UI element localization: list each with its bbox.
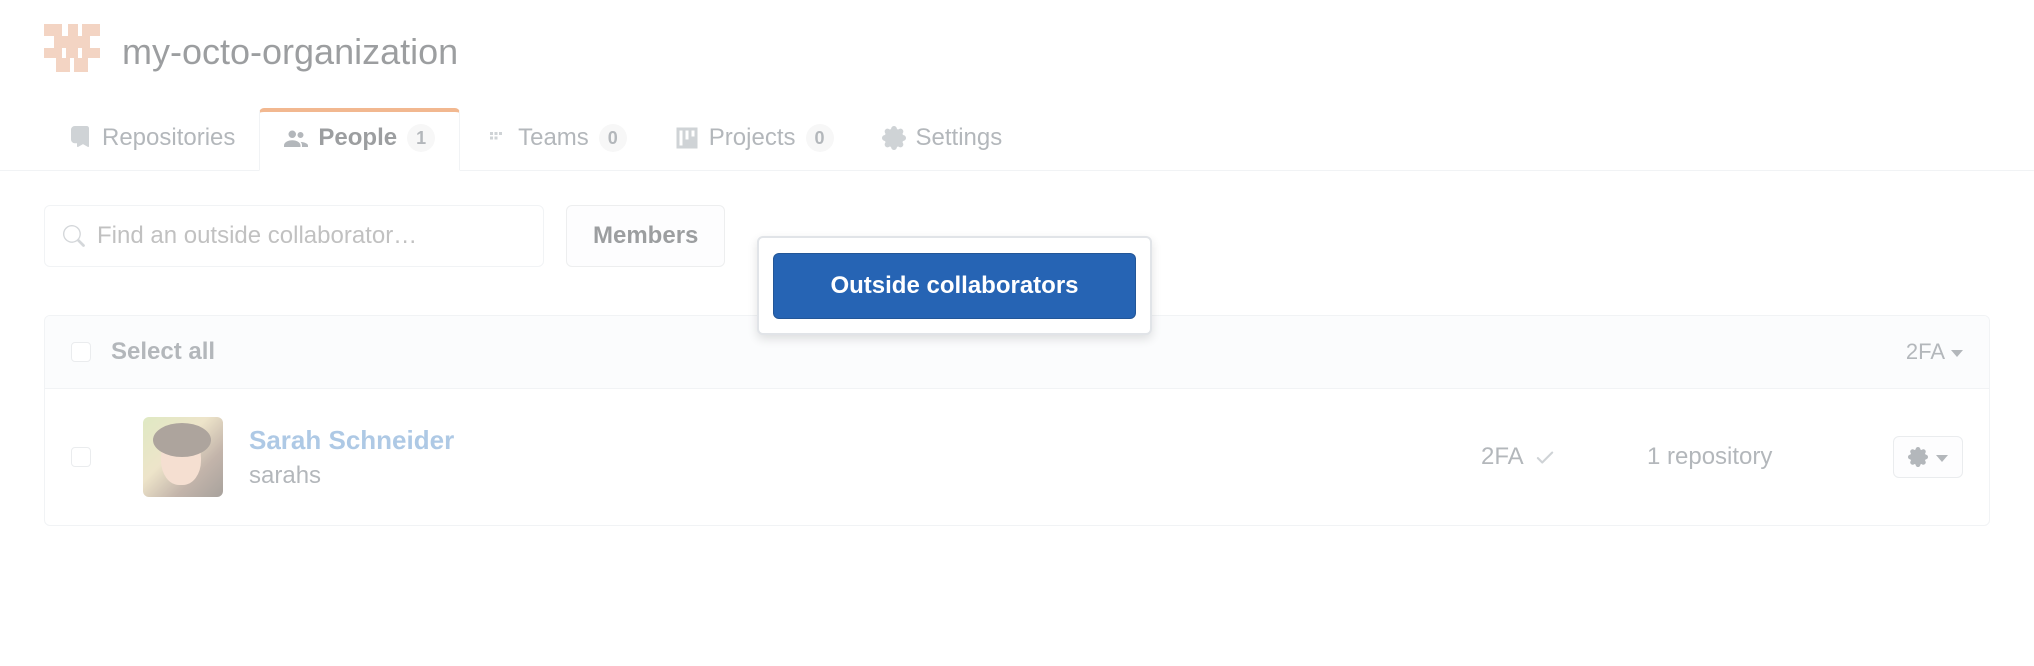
- collaborator-list: Select all 2FA Sarah Schneider sarahs 2F…: [44, 315, 1990, 526]
- select-all-checkbox[interactable]: [71, 342, 91, 362]
- search-icon: [63, 225, 85, 247]
- projects-icon: [675, 126, 699, 150]
- highlight-frame: Outside collaborators: [757, 236, 1152, 335]
- org-avatar: [44, 24, 100, 80]
- list-item: Sarah Schneider sarahs 2FA 1 repository: [45, 389, 1989, 525]
- row-checkbox[interactable]: [71, 447, 91, 467]
- twofa-label: 2FA: [1481, 443, 1524, 471]
- org-name[interactable]: my-octo-organization: [122, 31, 458, 73]
- filter-2fa-label: 2FA: [1906, 339, 1945, 365]
- search-collaborator[interactable]: [44, 205, 544, 267]
- tab-label: Teams: [518, 124, 589, 152]
- org-header: my-octo-organization: [44, 24, 1990, 80]
- tab-label: Settings: [916, 124, 1003, 152]
- caret-down-icon: [1936, 455, 1948, 462]
- caret-down-icon: [1951, 350, 1963, 357]
- repo-icon: [68, 126, 92, 150]
- tab-projects[interactable]: Projects 0: [651, 108, 858, 170]
- user-info: Sarah Schneider sarahs: [249, 425, 454, 490]
- members-button[interactable]: Members: [566, 205, 725, 267]
- tab-teams[interactable]: Teams 0: [460, 108, 651, 170]
- gear-icon: [1908, 447, 1928, 467]
- outside-collaborators-button[interactable]: Outside collaborators: [773, 253, 1136, 319]
- user-name-link[interactable]: Sarah Schneider: [249, 425, 454, 456]
- gear-icon: [882, 126, 906, 150]
- twofa-status: 2FA: [1481, 443, 1621, 471]
- people-icon: [284, 126, 308, 150]
- user-login: sarahs: [249, 462, 454, 490]
- tab-bar: Repositories People 1 Teams 0 Projects 0: [0, 108, 2034, 171]
- search-input[interactable]: [97, 222, 525, 250]
- tab-label: Repositories: [102, 124, 235, 152]
- tab-settings[interactable]: Settings: [858, 108, 1027, 170]
- teams-icon: [484, 126, 508, 150]
- row-settings-button[interactable]: [1893, 436, 1963, 478]
- people-count-badge: 1: [407, 124, 435, 152]
- select-all-label: Select all: [111, 338, 215, 366]
- tab-people[interactable]: People 1: [259, 108, 460, 171]
- tab-label: People: [318, 124, 397, 152]
- repo-count[interactable]: 1 repository: [1647, 443, 1867, 471]
- check-icon: [1534, 446, 1556, 468]
- tab-label: Projects: [709, 124, 796, 152]
- projects-count-badge: 0: [806, 124, 834, 152]
- user-avatar[interactable]: [143, 417, 223, 497]
- filter-2fa-dropdown[interactable]: 2FA: [1906, 339, 1963, 365]
- teams-count-badge: 0: [599, 124, 627, 152]
- tab-repositories[interactable]: Repositories: [44, 108, 259, 170]
